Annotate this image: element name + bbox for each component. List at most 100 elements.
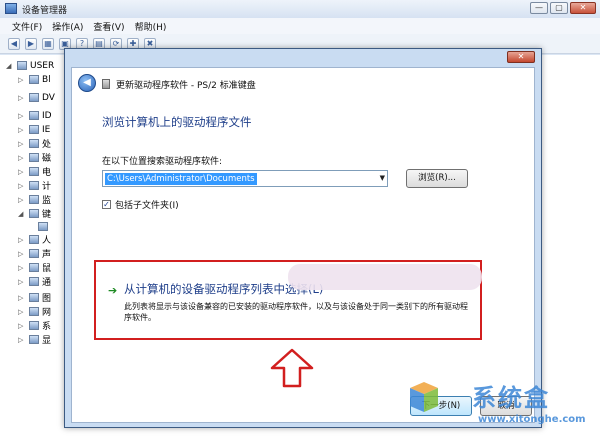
page-heading: 浏览计算机上的驱动程序文件 <box>102 115 252 129</box>
search-location-label: 在以下位置搜索驱动程序软件: <box>102 157 223 167</box>
wizard-back-button[interactable]: ◀ <box>78 74 96 92</box>
device-category-icon <box>29 293 39 302</box>
keyboard-device-icon <box>38 222 48 231</box>
tree-root[interactable]: ◢ USER <box>6 59 54 72</box>
expand-icon: ▷ <box>18 277 24 286</box>
keyboard-device-icon <box>102 79 110 89</box>
tree-item-label: 声 <box>42 250 52 260</box>
expand-icon: ▷ <box>18 195 24 204</box>
include-subfolders-option[interactable]: ✓ 包括子文件夹(I) <box>102 198 179 211</box>
tree-item-label: 人 <box>42 236 52 246</box>
tree-item[interactable]: ▷ 计 <box>18 179 51 192</box>
expand-icon: ▷ <box>18 249 24 258</box>
menu-view[interactable]: 查看(V) <box>93 20 124 33</box>
device-category-icon <box>29 75 39 84</box>
update-driver-dialog: ✕ ◀ 更新驱动程序软件 - PS/2 标准键盘 浏览计算机上的驱动程序文件 在… <box>64 48 542 428</box>
tree-item[interactable]: ▷ ID <box>18 109 52 122</box>
expand-icon: ▷ <box>18 139 24 148</box>
watermark-logo-icon <box>410 382 438 412</box>
tree-item[interactable]: ▷ 图 <box>18 291 51 304</box>
menu-help[interactable]: 帮助(H) <box>135 20 167 33</box>
tree-item[interactable]: ▷ 处 <box>18 137 51 150</box>
device-category-icon <box>29 181 39 190</box>
tree-item-label: 鼠 <box>42 264 52 274</box>
device-category-icon <box>29 249 39 258</box>
tree-item[interactable]: ▷ 鼠 <box>18 261 51 274</box>
tree-item-label: 电 <box>42 168 52 178</box>
device-category-icon <box>29 307 39 316</box>
device-category-icon <box>29 167 39 176</box>
collapse-icon: ◢ <box>6 61 12 70</box>
watermark-brand: 系统盒 <box>472 384 550 412</box>
tree-item[interactable]: ▷ 人 <box>18 233 51 246</box>
device-manager-title: 设备管理器 <box>22 6 68 16</box>
tree-item-label: 网 <box>42 308 52 318</box>
device-category-icon <box>29 263 39 272</box>
tree-item[interactable]: ▷ IE <box>18 123 50 136</box>
tree-item-label: 图 <box>42 294 52 304</box>
tree-item-label: DV <box>42 92 55 103</box>
tree-item[interactable]: ▷ DV <box>18 91 55 104</box>
watermark: 系统盒 www.xitonghe.com <box>400 376 596 434</box>
tree-item-label: 键 <box>42 210 52 220</box>
dialog-close-button[interactable]: ✕ <box>507 51 535 63</box>
close-window-button[interactable]: ✕ <box>570 2 596 14</box>
tree-item-label: 处 <box>42 140 52 150</box>
tree-item-label: 显 <box>42 336 52 346</box>
tree-item[interactable]: ▷ 磁 <box>18 151 51 164</box>
chevron-down-icon[interactable]: ▼ <box>380 174 385 182</box>
menu-bar: 文件(F) 操作(A) 查看(V) 帮助(H) <box>0 18 600 34</box>
tree-item-label: 监 <box>42 196 52 206</box>
tree-item[interactable]: ▷ 监 <box>18 193 51 206</box>
console-tree-icon[interactable]: ▦ <box>42 37 54 50</box>
minimize-button[interactable]: — <box>530 2 548 14</box>
device-category-icon <box>29 93 39 102</box>
maximize-button[interactable]: ▢ <box>550 2 568 14</box>
expand-icon: ▷ <box>18 167 24 176</box>
include-subfolders-checkbox[interactable]: ✓ <box>102 200 111 209</box>
computer-icon <box>17 61 27 70</box>
device-category-icon <box>29 125 39 134</box>
tree-item[interactable]: ▷ 显 <box>18 333 51 346</box>
watermark-url: www.xitonghe.com <box>478 414 586 425</box>
forward-arrow-icon[interactable]: ▶ <box>25 37 37 50</box>
tree-item[interactable]: ▷ 网 <box>18 305 51 318</box>
blur-smudge <box>288 264 482 290</box>
expand-icon: ▷ <box>18 153 24 162</box>
tree-item-label: ID <box>42 110 52 121</box>
tree-item-label: IE <box>42 124 51 135</box>
tree-item-label: 系 <box>42 322 52 332</box>
dialog-content: ◀ 更新驱动程序软件 - PS/2 标准键盘 浏览计算机上的驱动程序文件 在以下… <box>71 67 535 423</box>
expand-icon: ▷ <box>18 111 24 120</box>
dialog-header-title: 更新驱动程序软件 - PS/2 标准键盘 <box>116 81 256 91</box>
collapse-icon: ◢ <box>18 209 24 218</box>
expand-icon: ▷ <box>18 293 24 302</box>
tree-item[interactable]: ◢ 键 <box>18 207 51 220</box>
include-subfolders-label[interactable]: 包括子文件夹(I) <box>115 198 179 211</box>
expand-icon: ▷ <box>18 263 24 272</box>
driver-path-value[interactable]: C:\Users\Administrator\Documents <box>105 173 257 185</box>
tree-item-label: 通 <box>42 278 52 288</box>
device-category-icon <box>29 235 39 244</box>
up-arrow-annotation-icon <box>270 348 314 388</box>
device-category-icon <box>29 111 39 120</box>
device-category-icon <box>29 335 39 344</box>
green-arrow-icon: ➔ <box>108 284 118 297</box>
tree-item[interactable]: ▷ 电 <box>18 165 51 178</box>
tree-item[interactable] <box>38 220 51 233</box>
tree-root-label: USER <box>30 60 55 71</box>
tree-item[interactable]: ▷ 系 <box>18 319 51 332</box>
back-arrow-icon[interactable]: ◀ <box>8 37 20 50</box>
browse-button[interactable]: 浏览(R)... <box>406 169 468 188</box>
tree-item[interactable]: ▷ 通 <box>18 275 51 288</box>
device-category-icon <box>29 139 39 148</box>
pick-from-list-description: 此列表将显示与该设备兼容的已安装的驱动程序软件，以及与该设备处于同一类别下的所有… <box>124 302 468 322</box>
menu-file[interactable]: 文件(F) <box>12 20 42 33</box>
tree-item[interactable]: ▷ 声 <box>18 247 51 260</box>
driver-path-combobox[interactable]: C:\Users\Administrator\Documents ▼ <box>102 170 388 187</box>
device-category-icon <box>29 195 39 204</box>
expand-icon: ▷ <box>18 307 24 316</box>
menu-action[interactable]: 操作(A) <box>52 20 83 33</box>
expand-icon: ▷ <box>18 75 24 84</box>
tree-item[interactable]: ▷ Bl <box>18 73 51 86</box>
